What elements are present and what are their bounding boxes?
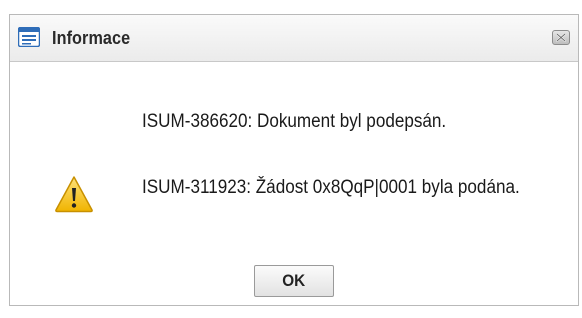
dialog-body: ISUM-386620: Dokument byl podepsán. ISUM… [10, 62, 578, 305]
close-icon [556, 33, 566, 42]
dialog-title: Informace [52, 28, 131, 48]
message-line: ISUM-311923: Žádost 0x8QqP|0001 byla pod… [142, 177, 520, 198]
info-dialog: Informace ISUM-386620: Dokument byl pode… [9, 14, 579, 306]
ok-button[interactable]: OK [254, 265, 334, 297]
close-button[interactable] [552, 30, 570, 45]
warning-icon [54, 175, 94, 213]
dialog-titlebar[interactable]: Informace [10, 15, 578, 62]
window-icon [17, 26, 41, 48]
ok-button-label: OK [282, 271, 306, 290]
message-line: ISUM-386620: Dokument byl podepsán. [142, 111, 447, 132]
